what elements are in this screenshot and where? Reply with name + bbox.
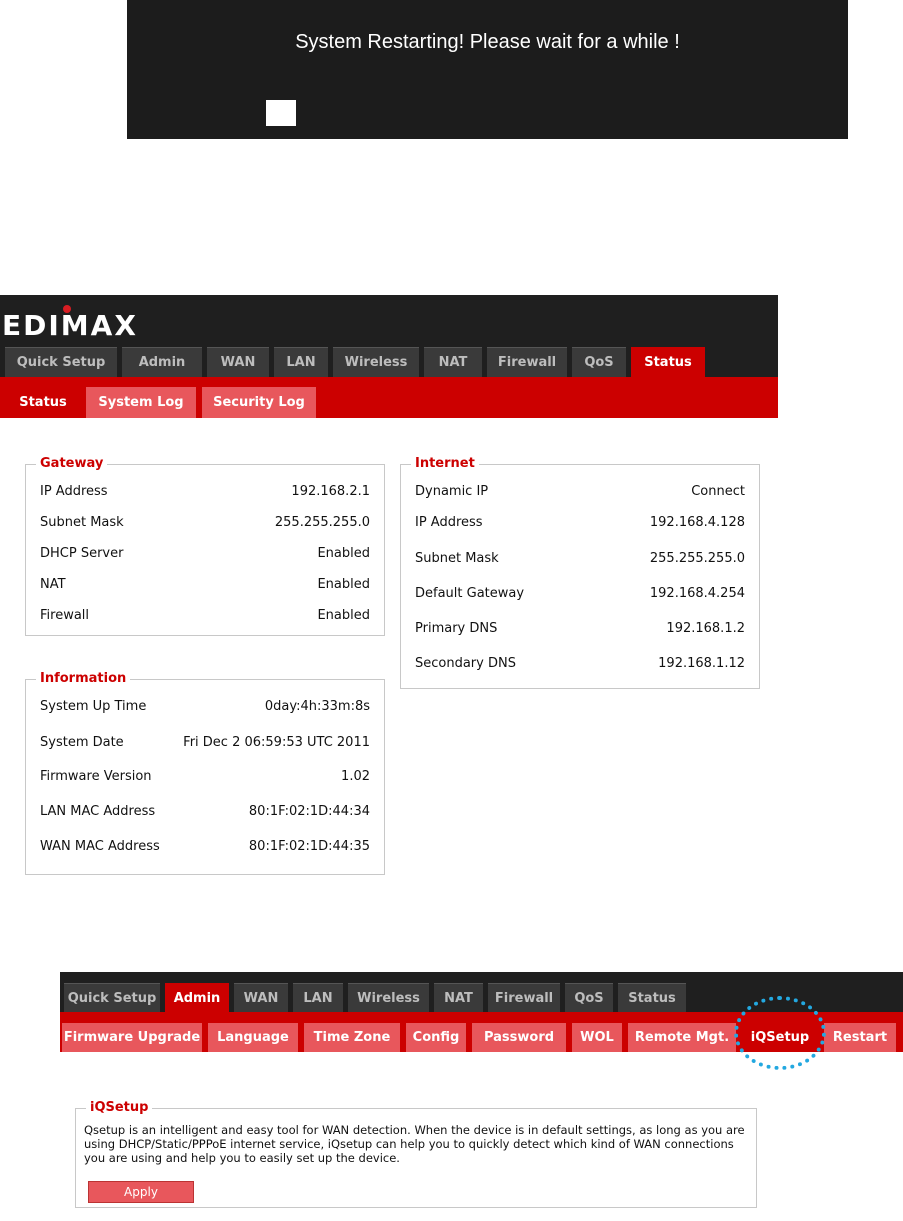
status-page: EDIMAX Quick Setup Admin WAN LAN Wireless NAT… (0, 295, 778, 875)
info-row: Firmware Version 1.02 (40, 769, 370, 784)
subtab-time-zone[interactable]: Time Zone (304, 1023, 400, 1052)
tab-status[interactable]: Status (618, 983, 686, 1012)
tab-qos[interactable]: QoS (565, 983, 613, 1012)
admin-main-nav: Quick Setup Admin WAN LAN Wireless NAT Firewal… (64, 983, 691, 1012)
row-value: Enabled (317, 577, 370, 592)
info-row: Primary DNS 192.168.1.2 (415, 621, 745, 636)
row-label: IP Address (40, 484, 108, 499)
row-value: 192.168.1.12 (658, 656, 745, 671)
information-title: Information (36, 671, 131, 686)
subtab-security-log[interactable]: Security Log (202, 387, 316, 418)
info-row: System Date Fri Dec 2 06:59:53 UTC 2011 (40, 735, 370, 750)
row-value: 255.255.255.0 (649, 551, 745, 566)
edimax-logo: EDIMAX (2, 309, 138, 342)
info-row: Subnet Mask 255.255.255.0 (40, 515, 370, 530)
row-label: DHCP Server (40, 546, 124, 561)
iqsetup-highlight-ring (734, 996, 826, 1070)
row-value: 1.02 (341, 769, 370, 784)
tab-status[interactable]: Status (631, 347, 705, 377)
row-value: Enabled (317, 546, 370, 561)
subtab-wol[interactable]: WOL (572, 1023, 622, 1052)
info-row: NAT Enabled (40, 577, 370, 592)
row-label: LAN MAC Address (40, 804, 156, 819)
main-nav: Quick Setup Admin WAN LAN Wireless NAT Firewal… (5, 347, 710, 377)
info-row: Dynamic IP Connect (415, 484, 745, 499)
restart-message: System Restarting! Please wait for a whi… (295, 31, 680, 53)
restart-progress-indicator (266, 100, 296, 126)
info-row: WAN MAC Address 80:1F:02:1D:44:35 (40, 839, 370, 854)
tab-wan[interactable]: WAN (234, 983, 288, 1012)
subtab-remote-mgt[interactable]: Remote Mgt. (628, 1023, 736, 1052)
row-value: 192.168.4.254 (649, 586, 745, 601)
tab-lan[interactable]: LAN (274, 347, 328, 377)
row-label: IP Address (415, 515, 483, 530)
row-value: Enabled (317, 608, 370, 623)
gateway-title: Gateway (36, 456, 108, 471)
subtab-firmware-upgrade[interactable]: Firmware Upgrade (62, 1023, 202, 1052)
info-row: Default Gateway 192.168.4.254 (415, 586, 745, 601)
tab-nat[interactable]: NAT (434, 983, 483, 1012)
tab-quick-setup[interactable]: Quick Setup (5, 347, 117, 377)
subtab-status[interactable]: Status (6, 387, 80, 418)
row-label: Primary DNS (415, 621, 498, 636)
info-row: Secondary DNS 192.168.1.12 (415, 656, 745, 671)
tab-firewall[interactable]: Firewall (488, 983, 560, 1012)
iqsetup-title: iQSetup (86, 1100, 153, 1115)
row-label: Firmware Version (40, 769, 152, 784)
subtab-restart[interactable]: Restart (824, 1023, 896, 1052)
internet-title: Internet (411, 456, 479, 471)
tab-admin[interactable]: Admin (122, 347, 202, 377)
row-label: NAT (40, 577, 66, 592)
iqsetup-panel: iQSetup Qsetup is an intelligent and eas… (75, 1100, 757, 1208)
logo-dot-icon (63, 305, 71, 313)
tab-wireless[interactable]: Wireless (333, 347, 419, 377)
row-label: WAN MAC Address (40, 839, 160, 854)
row-label: Default Gateway (415, 586, 525, 601)
row-label: Secondary DNS (415, 656, 516, 671)
row-value: Connect (691, 484, 745, 499)
tab-nat[interactable]: NAT (424, 347, 482, 377)
row-value: Fri Dec 2 06:59:53 UTC 2011 (183, 735, 370, 750)
top-header: EDIMAX Quick Setup Admin WAN LAN Wireless NAT… (0, 295, 778, 377)
row-value: 255.255.255.0 (274, 515, 370, 530)
subtab-language[interactable]: Language (208, 1023, 298, 1052)
subtab-password[interactable]: Password (472, 1023, 566, 1052)
tab-qos[interactable]: QoS (572, 347, 626, 377)
sub-nav: Status System Log Security Log (0, 377, 778, 418)
info-row: System Up Time 0day:4h:33m:8s (40, 699, 370, 714)
tab-lan[interactable]: LAN (293, 983, 343, 1012)
tab-wireless[interactable]: Wireless (348, 983, 429, 1012)
row-value: 0day:4h:33m:8s (264, 699, 370, 714)
row-label: Dynamic IP (415, 484, 489, 499)
info-row: Firewall Enabled (40, 608, 370, 623)
row-value: 80:1F:02:1D:44:34 (248, 804, 370, 819)
row-value: 80:1F:02:1D:44:35 (248, 839, 370, 854)
internet-panel: Internet Dynamic IP Connect IP Address 192.… (400, 456, 760, 689)
tab-admin[interactable]: Admin (165, 983, 229, 1012)
info-row: IP Address 192.168.2.1 (40, 484, 370, 499)
iqsetup-description: Qsetup is an intelligent and easy tool f… (84, 1123, 745, 1165)
subtab-config[interactable]: Config (406, 1023, 466, 1052)
gateway-panel: Gateway IP Address 192.168.2.1 Subnet Mask… (25, 456, 385, 636)
subtab-system-log[interactable]: System Log (86, 387, 196, 418)
info-row: IP Address 192.168.4.128 (415, 515, 745, 530)
row-label: Subnet Mask (415, 551, 499, 566)
row-value: 192.168.2.1 (291, 484, 370, 499)
restart-dialog: System Restarting! Please wait for a whi… (127, 0, 848, 139)
info-row: Subnet Mask 255.255.255.0 (415, 551, 745, 566)
row-label: System Up Time (40, 699, 147, 714)
tab-quick-setup[interactable]: Quick Setup (64, 983, 160, 1012)
info-row: DHCP Server Enabled (40, 546, 370, 561)
information-panel: Information System Up Time 0day:4h:33m:8s… (25, 671, 385, 875)
row-label: Subnet Mask (40, 515, 124, 530)
tab-wan[interactable]: WAN (207, 347, 269, 377)
tab-firewall[interactable]: Firewall (487, 347, 567, 377)
row-value: 192.168.1.2 (666, 621, 745, 636)
apply-button[interactable]: Apply (88, 1181, 194, 1203)
info-row: LAN MAC Address 80:1F:02:1D:44:34 (40, 804, 370, 819)
row-label: System Date (40, 735, 124, 750)
row-value: 192.168.4.128 (649, 515, 745, 530)
row-label: Firewall (40, 608, 90, 623)
